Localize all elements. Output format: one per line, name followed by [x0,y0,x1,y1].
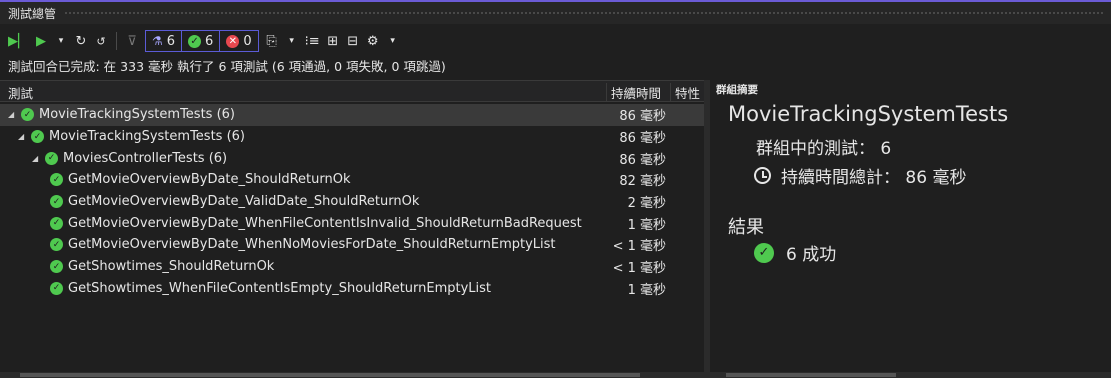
horizontal-scrollbar[interactable] [0,372,704,378]
run-icon[interactable]: ▶ [34,31,48,51]
window-title: 測試總管 [8,6,57,21]
test-name: MovieTrackingSystemTests (6) [39,107,235,123]
test-tree-row[interactable]: ✓ GetMovieOverviewByDate_WhenFileContentI… [0,212,704,234]
drag-grip[interactable] [64,11,1103,15]
group-summary-pane: 群組摘要 MovieTrackingSystemTests 群組中的測試： 6 … [710,80,1111,378]
summary-test-count: 群組中的測試： 6 [756,139,892,159]
test-name: GetMovieOverviewByDate_WhenNoMoviesForDa… [68,237,556,253]
test-tree-row[interactable]: ◢ ✓ MoviesControllerTests (6) 86 毫秒 [0,147,704,169]
passed-icon: ✓ [21,108,34,122]
expand-arrow-icon[interactable]: ◢ [18,132,26,141]
test-tree-node: ✓ GetMovieOverviewByDate_WhenNoMoviesForD… [0,237,556,252]
passed-icon: ✓ [754,242,774,263]
test-tree-row[interactable]: ✓ GetMovieOverviewByDate_ShouldReturnOk 82… [0,169,704,191]
passed-icon: ✓ [50,216,63,230]
test-tree-node: ◢ ✓ MovieTrackingSystemTests (6) [0,129,245,144]
test-duration: 86 毫秒 [619,152,666,168]
summary-scrollbar[interactable] [710,372,1111,378]
test-tree-row[interactable]: ◢ ✓ MovieTrackingSystemTests (6) 86 毫秒 [0,104,704,126]
summary-passed[interactable]: ✓ 6 成功 [754,240,836,265]
passed-icon: ✓ [50,260,63,274]
column-traits[interactable]: 特性 [670,83,700,101]
scrollbar-thumb[interactable] [726,373,896,377]
collapse-all-icon[interactable]: ⊟ [346,31,360,51]
test-tree-node: ✓ GetMovieOverviewByDate_ShouldReturnOk [0,172,350,187]
filter-failed[interactable]: ✕ 0 [220,31,257,51]
summary-duration-text: 持續時間總計： 86 毫秒 [781,168,967,188]
test-tree-node: ✓ GetShowtimes_WhenFileContentIsEmpty_Sho… [0,281,491,296]
test-tree-pane: 測試 持續時間 特性 ◢ ✓ MovieTrackingSystemTests (6… [0,80,704,378]
expand-all-icon[interactable]: ⊞ [326,31,340,51]
scrollbar-thumb[interactable] [20,373,640,377]
passed-icon: ✓ [50,281,63,295]
cancel-icon[interactable]: ↺ [94,31,108,51]
test-name: GetShowtimes_ShouldReturnOk [68,259,275,275]
filter-all-tests[interactable]: ⚗ 6 [146,31,183,51]
playlist-dropdown-icon[interactable]: ▾ [285,31,299,51]
passed-icon: ✓ [31,130,44,144]
test-name: GetShowtimes_WhenFileContentIsEmpty_Shou… [68,280,492,296]
test-duration: < 1 毫秒 [612,261,666,277]
column-duration[interactable]: 持續時間 [606,83,661,101]
passed-icon: ✓ [45,151,58,165]
test-duration: 2 毫秒 [627,196,666,212]
passed-icon: ✓ [50,173,63,187]
flask-icon: ⚗ [152,34,163,48]
passed-icon: ✓ [50,238,63,252]
test-tree-row[interactable]: ◢ ✓ MovieTrackingSystemTests (6) 86 毫秒 [0,126,704,148]
playlist-icon[interactable]: ⎘ [265,31,279,51]
test-name: MovieTrackingSystemTests (6) [49,129,245,145]
test-duration: 1 毫秒 [627,282,666,298]
test-tree-row[interactable]: ✓ GetMovieOverviewByDate_ValidDate_Should… [0,191,704,213]
toolbar: ▶▏ ▶ ▾ ↻ ↺ ⊽ ⚗ 6 ✓ 6 ✕ 0 ⎘ ▾ ⁝≡ ⊞ ⊟ ⚙ ▾ [0,26,1111,56]
test-tree-node: ✓ GetShowtimes_ShouldReturnOk [0,259,274,274]
filter-passed[interactable]: ✓ 6 [182,31,221,51]
filter-passed-count: 6 [205,33,214,49]
expand-arrow-icon[interactable]: ◢ [8,110,16,119]
test-duration: 86 毫秒 [619,131,666,147]
test-name: GetMovieOverviewByDate_ShouldReturnOk [68,172,351,188]
summary-title: 群組摘要 [716,84,758,96]
test-duration: 1 毫秒 [627,217,666,233]
column-test[interactable]: 測試 [8,83,33,102]
summary-result-label: 結果 [728,217,764,238]
summary-group-name: MovieTrackingSystemTests [728,102,1009,126]
test-name: MoviesControllerTests (6) [63,150,228,166]
test-duration: 82 毫秒 [619,174,666,190]
rerun-icon[interactable]: ↻ [74,31,88,51]
expand-arrow-icon[interactable]: ◢ [32,154,40,163]
clock-icon [754,167,771,184]
test-tree-node: ◢ ✓ MoviesControllerTests (6) [0,151,227,166]
test-tree-node: ✓ GetMovieOverviewByDate_WhenFileContentI… [0,216,582,231]
passed-icon: ✓ [188,34,202,48]
settings-dropdown-icon[interactable]: ▾ [386,31,400,51]
test-tree-row[interactable]: ✓ GetShowtimes_ShouldReturnOk < 1 毫秒 [0,256,704,278]
test-name: GetMovieOverviewByDate_WhenFileContentIs… [68,215,582,231]
run-status: 測試回合已完成: 在 333 毫秒 執行了 6 項測試 (6 項通過, 0 項失… [8,59,446,74]
test-duration: < 1 毫秒 [612,239,666,255]
test-tree-node: ◢ ✓ MovieTrackingSystemTests (6) [0,107,235,122]
run-dropdown-icon[interactable]: ▾ [54,31,68,51]
column-header: 測試 持續時間 特性 [0,80,704,102]
test-tree-node: ✓ GetMovieOverviewByDate_ValidDate_Should… [0,194,419,209]
outcome-filters: ⚗ 6 ✓ 6 ✕ 0 [145,30,259,52]
test-tree-row[interactable]: ✓ GetMovieOverviewByDate_WhenNoMoviesForD… [0,234,704,256]
settings-icon[interactable]: ⚙ [366,31,380,51]
test-tree-row[interactable]: ✓ GetShowtimes_WhenFileContentIsEmpty_Sho… [0,278,704,300]
summary-duration: 持續時間總計： 86 毫秒 [754,163,966,188]
passed-icon: ✓ [50,195,63,209]
toolbar-separator [116,32,117,50]
failed-icon: ✕ [226,34,240,48]
test-duration: 86 毫秒 [619,109,666,125]
test-tree: ◢ ✓ MovieTrackingSystemTests (6) 86 毫秒 ◢ ✓ Mov… [0,104,704,299]
summary-passed-text: 6 成功 [786,245,837,265]
group-by-icon[interactable]: ⁝≡ [305,31,320,51]
filter-all-count: 6 [166,33,176,49]
filter-failed-count: 0 [243,33,252,49]
run-all-icon[interactable]: ▶▏ [8,31,28,51]
test-name: GetMovieOverviewByDate_ValidDate_ShouldR… [68,194,420,210]
filter-icon[interactable]: ⊽ [125,31,139,51]
title-bar: 測試總管 [0,0,1111,24]
